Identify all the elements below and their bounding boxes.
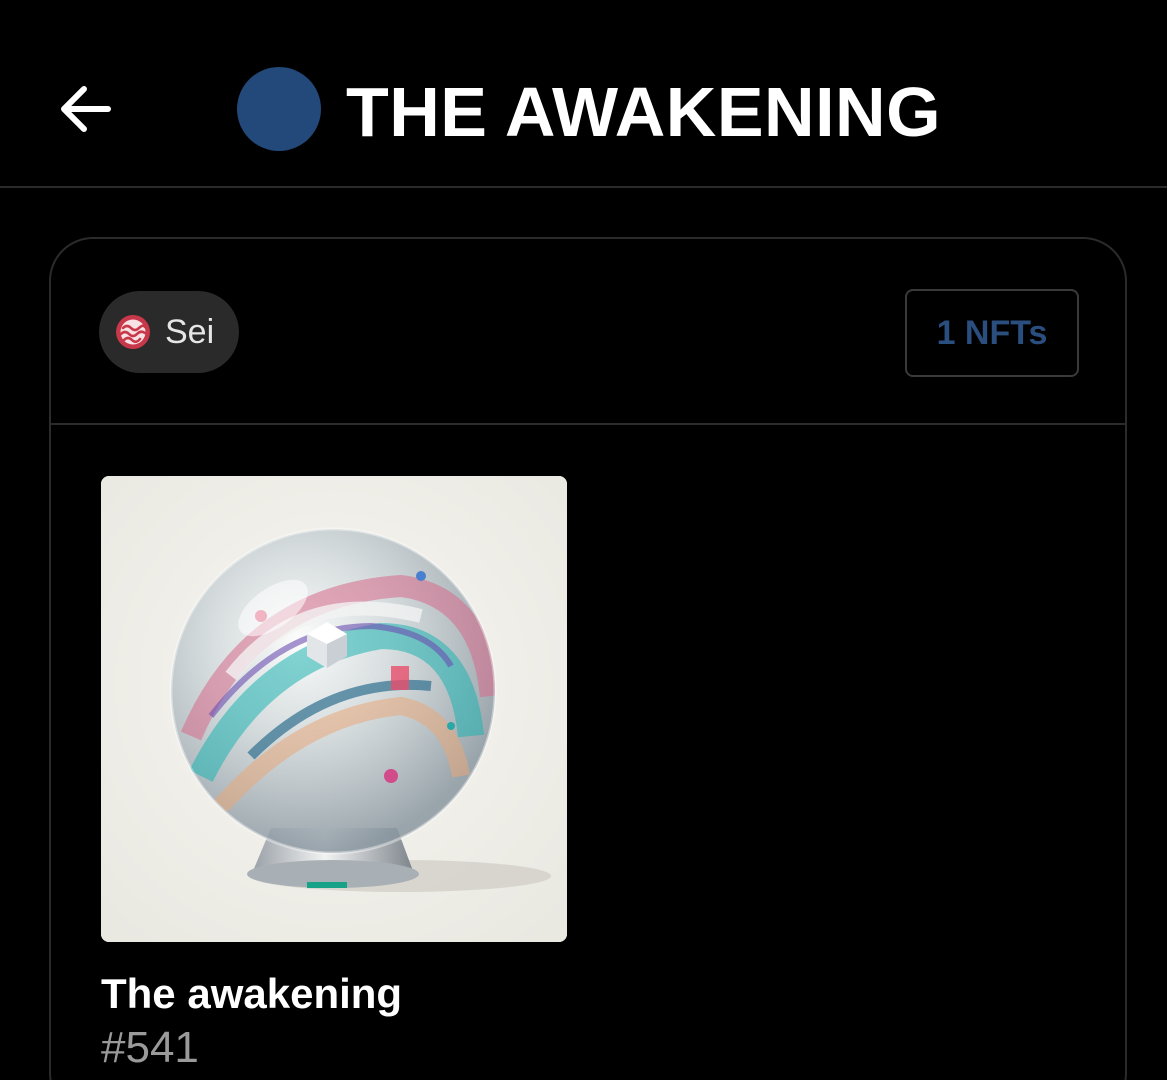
top-bar: THE AWAKENING bbox=[0, 0, 1167, 188]
nft-card[interactable]: The awakening #541 bbox=[101, 476, 567, 1074]
chain-filter-chip[interactable]: Sei bbox=[99, 291, 239, 373]
arrow-left-icon bbox=[61, 86, 111, 132]
sei-logo-icon bbox=[115, 314, 151, 350]
nft-image bbox=[101, 476, 567, 942]
nft-token-id: #541 bbox=[101, 1023, 199, 1072]
nft-name: The awakening bbox=[101, 970, 403, 1017]
back-button[interactable] bbox=[54, 78, 116, 140]
card-toolbar: Sei 1 NFTs bbox=[51, 239, 1125, 425]
collection-page: THE AWAKENING Sei 1 NFTs The awakening #… bbox=[0, 0, 1167, 1080]
chain-label: Sei bbox=[165, 312, 215, 351]
collection-card: Sei 1 NFTs The awakening #541 bbox=[49, 237, 1127, 1080]
nft-count-badge[interactable]: 1 NFTs bbox=[905, 289, 1079, 377]
collection-avatar bbox=[237, 67, 321, 151]
page-title: THE AWAKENING bbox=[346, 73, 942, 151]
